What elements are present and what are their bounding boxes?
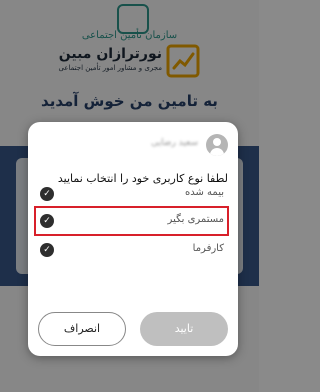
check-icon: ✓ bbox=[40, 243, 54, 257]
option-label: مستمری بگیر bbox=[167, 214, 224, 225]
confirm-button[interactable]: تایید bbox=[140, 312, 228, 346]
option-label: کارفرما bbox=[192, 243, 224, 254]
user-type-dialog: سعید رضایی لطفا نوع کاربری خود را انتخاب… bbox=[28, 122, 238, 356]
check-icon: ✓ bbox=[40, 214, 54, 228]
option-label: بیمه شده bbox=[185, 187, 224, 198]
avatar-icon bbox=[206, 134, 228, 156]
option-pensioner[interactable]: ✓ مستمری بگیر bbox=[38, 211, 226, 231]
user-name: سعید رضایی bbox=[151, 138, 198, 148]
check-icon: ✓ bbox=[40, 187, 54, 201]
dialog-header: سعید رضایی bbox=[28, 130, 238, 158]
option-employer[interactable]: ✓ کارفرما bbox=[38, 240, 226, 260]
option-insured[interactable]: ✓ بیمه شده bbox=[38, 184, 226, 204]
cancel-button[interactable]: انصراف bbox=[38, 312, 126, 346]
